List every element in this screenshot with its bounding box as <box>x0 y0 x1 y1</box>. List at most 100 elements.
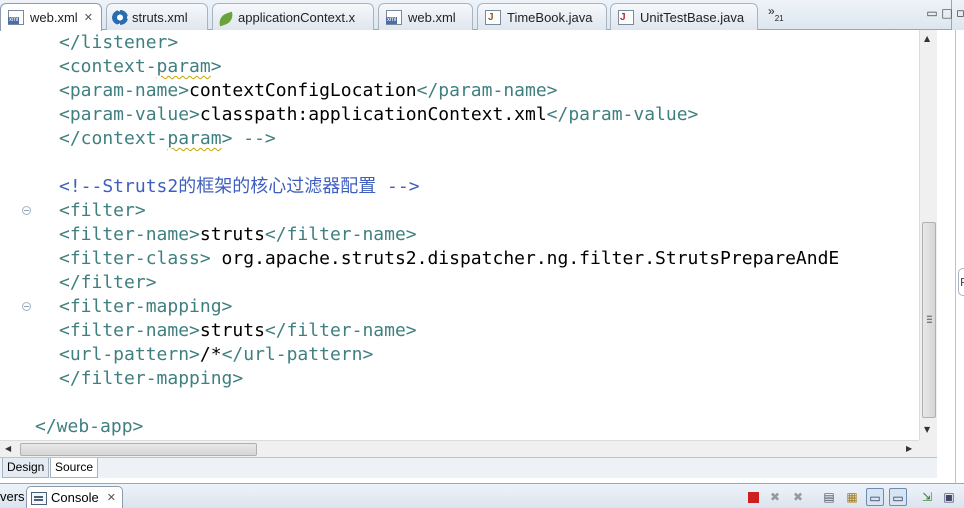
tab-overflow-button[interactable]: »21 <box>768 4 784 23</box>
scrollbar-corner <box>919 440 937 457</box>
code-line[interactable]: <param-name>contextConfigLocation</param… <box>35 79 558 103</box>
xml-tag: <filter-class> <box>59 248 211 269</box>
xml-tag: <url-pattern> <box>59 344 200 365</box>
xml-tag: </context- <box>59 128 168 149</box>
editor-tab[interactable]: applicationContext.x <box>212 3 374 30</box>
tab-console[interactable]: Console ✕ <box>26 486 123 508</box>
code-area[interactable]: </listener> <context-param> <param-name>co… <box>35 30 920 440</box>
xml-text: contextConfigLocation <box>189 80 417 101</box>
maximize-editor-icon[interactable]: □ <box>940 6 954 20</box>
editor-tab[interactable]: TimeBook.java <box>477 3 607 30</box>
xml-tag: </filter-name> <box>264 320 417 341</box>
xml-tag: </filter> <box>59 272 157 293</box>
xml-tag: <filter-name> <box>59 224 200 245</box>
xml-tag: <context- <box>59 56 157 77</box>
new-console-icon[interactable]: ▣ <box>940 488 958 506</box>
editor-tab-bar: web.xml ✕ struts.xml applicationContext.x we… <box>0 0 964 31</box>
code-line[interactable]: </filter> <box>35 271 157 295</box>
code-line[interactable]: <context-param> <box>35 55 222 79</box>
xml-text: classpath:applicationContext.xml <box>199 104 547 125</box>
code-line[interactable]: </web-app> <box>35 415 143 439</box>
editor-tab-label: TimeBook.java <box>507 9 593 25</box>
xml-tag: <filter> <box>59 200 146 221</box>
editor-mode-bar: Design Source <box>0 457 937 478</box>
side-view-tab[interactable]: P <box>958 268 964 296</box>
xml-tag: </listener> <box>59 32 179 53</box>
editor-tab[interactable]: UnitTestBase.java <box>610 3 758 30</box>
tab-source[interactable]: Source <box>50 458 99 478</box>
xml-text: struts <box>199 224 265 245</box>
xml-tag: </filter-mapping> <box>59 368 244 389</box>
spring-leaf-icon <box>216 11 236 26</box>
close-icon[interactable]: ✕ <box>84 11 93 24</box>
xml-tag: </url-pattern> <box>221 344 374 365</box>
horizontal-scroll-thumb[interactable] <box>20 443 257 456</box>
editor-tab-label: applicationContext.x <box>238 9 356 25</box>
scroll-up-arrow-icon[interactable]: ▲ <box>924 34 930 43</box>
overflow-chevron: » <box>768 4 775 18</box>
scroll-right-arrow-icon[interactable]: ▶ <box>906 444 912 453</box>
show-on-output-icon[interactable]: ▭ <box>866 488 884 506</box>
xml-text: org.apache.struts2.dispatcher.ng.filter.… <box>210 248 840 269</box>
editor-tab[interactable]: web.xml ✕ <box>0 3 102 31</box>
terminate-icon[interactable] <box>744 488 762 506</box>
tab-design[interactable]: Design <box>2 458 50 478</box>
xml-comment: <!--Struts2的框架的核心过滤器配置 --> <box>59 176 420 197</box>
editor-ruler: − − <box>0 30 32 440</box>
xml-tag: param <box>167 128 222 149</box>
xml-tag: <param-name> <box>59 80 190 101</box>
minimize-editor-icon[interactable]: ▭ <box>925 6 939 20</box>
xml-tag: </param-value> <box>546 104 699 125</box>
junit-file-icon <box>618 9 634 25</box>
code-line[interactable]: <filter-name>struts</filter-name> <box>35 223 417 247</box>
xml-tag: <param-value> <box>59 104 200 125</box>
xml-text: /* <box>199 344 222 365</box>
remove-launch-icon[interactable]: ✖ <box>766 488 784 506</box>
minimize-icon[interactable]: ▫ <box>956 6 964 21</box>
scroll-left-arrow-icon[interactable]: ◀ <box>5 444 11 453</box>
editor-tab-label: struts.xml <box>132 9 188 25</box>
editor-tab-label: web.xml <box>30 10 78 25</box>
xml-file-icon <box>8 10 24 25</box>
vertical-scroll-thumb[interactable]: ━ ━ ━ <box>922 222 936 418</box>
editor-tab[interactable]: web.xml <box>378 3 473 30</box>
xml-tag: </web-app> <box>35 416 144 437</box>
clear-console-icon[interactable]: ▤ <box>820 488 838 506</box>
console-icon <box>31 491 47 505</box>
code-line[interactable]: <filter-name>struts</filter-name> <box>35 319 417 343</box>
xml-tag: <filter-mapping> <box>59 296 233 317</box>
xml-tag: </param-name> <box>416 80 558 101</box>
show-on-error-icon[interactable]: ▭ <box>889 488 907 506</box>
close-icon[interactable]: ✕ <box>107 487 116 508</box>
collapse-icon[interactable]: − <box>22 206 31 215</box>
scroll-lock-icon[interactable]: ▦ <box>843 488 861 506</box>
xml-tag: > --> <box>221 128 276 149</box>
vertical-scrollbar[interactable]: ▲ ━ ━ ━ ▼ <box>919 30 937 440</box>
xml-file-icon <box>386 9 402 25</box>
scroll-down-arrow-icon[interactable]: ▼ <box>924 425 930 434</box>
code-line[interactable]: <filter-class> org.apache.struts2.dispat… <box>35 247 839 271</box>
overflow-count: 21 <box>774 14 784 23</box>
console-panel-bar: vers Console ✕ ✖ ✖ ▤ ▦ ▧ ▭ ▭ ⇲ ▣ <box>0 483 964 508</box>
horizontal-scrollbar[interactable]: ◀ ▶ <box>0 440 919 457</box>
code-line[interactable]: </listener> <box>35 31 178 55</box>
code-line[interactable]: <filter> <box>35 199 146 223</box>
collapse-icon[interactable]: − <box>22 302 31 311</box>
editor-tab[interactable]: struts.xml <box>106 3 208 30</box>
editor-tab-label: web.xml <box>408 9 456 25</box>
code-line[interactable]: <filter-mapping> <box>35 295 232 319</box>
remove-all-terminated-icon[interactable]: ✖ <box>789 488 807 506</box>
xml-tag: param <box>156 56 211 77</box>
code-editor[interactable]: − − </listener> <context-param> <param-name… <box>0 30 937 440</box>
code-line[interactable]: </filter-mapping> <box>35 367 243 391</box>
java-file-icon <box>485 9 501 25</box>
code-line[interactable] <box>35 151 59 175</box>
truncated-view-tab[interactable]: vers <box>0 486 25 508</box>
code-line[interactable]: <param-value>classpath:applicationContex… <box>35 103 698 127</box>
code-line[interactable]: <url-pattern>/*</url-pattern> <box>35 343 373 367</box>
pin-console-icon[interactable]: ⇲ <box>918 488 936 506</box>
code-line[interactable]: <!--Struts2的框架的核心过滤器配置 --> <box>35 175 420 199</box>
code-line[interactable]: </context-param> --> <box>35 127 276 151</box>
xml-tag: <filter-name> <box>59 320 200 341</box>
xml-tag: </filter-name> <box>264 224 417 245</box>
